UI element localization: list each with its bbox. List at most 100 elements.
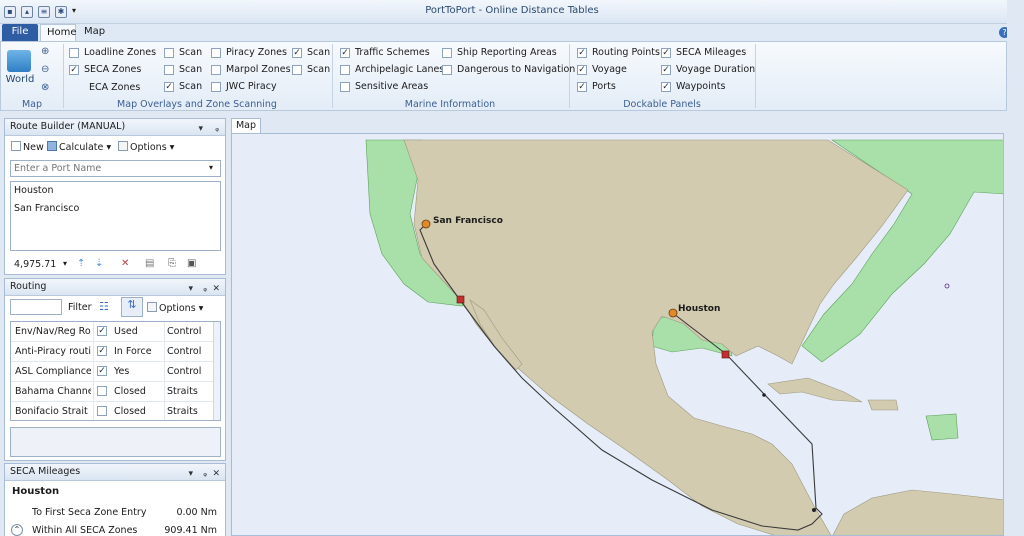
options-icon xyxy=(147,302,157,312)
piracy-scan-label: Scan xyxy=(307,47,331,58)
loadline-scan-checkbox[interactable] xyxy=(164,48,174,58)
zoom-out-icon[interactable]: ⊖ xyxy=(41,64,49,75)
ports-checkbox[interactable]: ✓ xyxy=(577,82,587,92)
piracy-scan-checkbox[interactable]: ✓ xyxy=(292,48,302,58)
zoom-in-icon[interactable]: ⊕ xyxy=(41,46,49,57)
delete-port-icon[interactable]: ✕ xyxy=(121,258,129,269)
cuba-island xyxy=(767,377,863,403)
routing-row[interactable]: Anti-Piracy routi ✓ In Force Control xyxy=(11,342,213,362)
routing-row-name: Bonifacio Strait xyxy=(15,406,88,417)
close-icon[interactable]: ✕ xyxy=(212,466,220,482)
voyage-checkbox[interactable]: ✓ xyxy=(577,65,587,75)
distance-dropdown-icon[interactable]: ▾ xyxy=(63,259,67,268)
tab-home[interactable]: Home xyxy=(40,24,77,41)
routing-options-button[interactable]: Options ▾ xyxy=(147,302,203,314)
port-dropdown-icon[interactable]: ▾ xyxy=(209,163,213,172)
routing-row-status: Used xyxy=(114,326,138,337)
panel-dropdown-icon[interactable]: ▾ xyxy=(188,466,193,482)
route-options-label: Options xyxy=(130,142,167,153)
loadline-zones-checkbox[interactable] xyxy=(69,48,79,58)
traffic-schemes-checkbox[interactable]: ✓ xyxy=(340,48,350,58)
ship-reporting-areas-checkbox[interactable] xyxy=(442,48,452,58)
port-list-item[interactable]: Houston xyxy=(14,185,53,196)
map-tab[interactable]: Map xyxy=(231,118,261,134)
world-map-icon[interactable] xyxy=(7,50,31,72)
sort-icon[interactable]: ⇅ xyxy=(121,297,143,317)
eca-scan-checkbox[interactable]: ✓ xyxy=(164,82,174,92)
routing-row-status: Closed xyxy=(114,406,146,417)
route-options-button[interactable]: Options ▾ xyxy=(118,141,174,153)
route-builder-header: Route Builder (MANUAL) ▾ ᵩ xyxy=(5,119,225,136)
app-title: PortToPort - Online Distance Tables xyxy=(425,5,599,16)
tab-map-display[interactable]: Map Display xyxy=(78,24,140,53)
routing-point-marker[interactable] xyxy=(762,393,766,397)
waypoints-checkbox[interactable]: ✓ xyxy=(661,82,671,92)
clear-list-icon[interactable]: ▤ xyxy=(145,258,154,269)
port-list-item[interactable]: San Francisco xyxy=(14,203,79,214)
routing-row-checkbox[interactable] xyxy=(97,386,107,396)
routing-scrollbar[interactable] xyxy=(213,322,220,420)
routing-row-checkbox[interactable] xyxy=(97,406,107,416)
routing-filter-input[interactable] xyxy=(10,299,62,315)
port-name-input[interactable] xyxy=(10,160,221,177)
routing-points-checkbox[interactable]: ✓ xyxy=(577,48,587,58)
move-up-icon[interactable]: ⇡ xyxy=(77,258,85,269)
panel-dropdown-icon[interactable]: ▾ xyxy=(198,121,203,137)
archipelagic-lanes-checkbox[interactable] xyxy=(340,65,350,75)
calculate-button[interactable]: Calculate ▾ xyxy=(47,141,111,153)
south-america-landmass xyxy=(832,489,1003,535)
port-list[interactable]: Houston San Francisco xyxy=(10,181,221,251)
routing-row-checkbox[interactable]: ✓ xyxy=(97,326,107,336)
new-route-button[interactable]: New xyxy=(11,141,44,153)
seca-exit-marker[interactable] xyxy=(721,350,730,359)
dangerous-navigation-checkbox[interactable] xyxy=(442,65,452,75)
export-icon[interactable]: ⎘ xyxy=(168,258,176,269)
voyage-duration-checkbox[interactable]: ✓ xyxy=(661,65,671,75)
routing-row[interactable]: Bahama Channel Closed Straits xyxy=(11,382,213,402)
route-builder-panel: Route Builder (MANUAL) ▾ ᵩ New Calculate… xyxy=(4,118,226,275)
pin-icon[interactable]: ᵩ xyxy=(215,121,219,137)
report-icon[interactable]: ▣ xyxy=(187,258,196,269)
world-button-label[interactable]: World xyxy=(5,74,35,85)
routing-row[interactable]: Bonifacio Strait Closed Straits xyxy=(11,402,213,420)
seca-scan-checkbox[interactable] xyxy=(164,65,174,75)
routing-point-marker[interactable] xyxy=(812,508,816,512)
map-canvas[interactable]: San Francisco Houston xyxy=(232,134,1004,536)
routing-row-checkbox[interactable]: ✓ xyxy=(97,346,107,356)
tab-file[interactable]: File xyxy=(2,24,38,41)
move-down-icon[interactable]: ⇣ xyxy=(95,258,103,269)
options-icon xyxy=(118,141,128,151)
routing-row-type: Control xyxy=(167,346,202,357)
traffic-schemes-label: Traffic Schemes xyxy=(355,47,430,58)
waypoint-marker[interactable] xyxy=(944,283,950,289)
routing-row[interactable]: ASL Compliance ✓ Yes Control xyxy=(11,362,213,382)
seca-entry-marker[interactable] xyxy=(456,295,465,304)
pin-icon[interactable]: ᵩ xyxy=(203,281,207,297)
routing-row[interactable]: Env/Nav/Reg Ro ✓ Used Control xyxy=(11,322,213,342)
close-icon[interactable]: ✕ xyxy=(212,281,220,297)
collapse-icon[interactable]: ⌃ xyxy=(11,524,23,536)
jwc-piracy-checkbox[interactable] xyxy=(211,82,221,92)
map-view[interactable]: San Francisco Houston xyxy=(231,133,1004,536)
panel-dropdown-icon[interactable]: ▾ xyxy=(188,281,193,297)
group-icon[interactable]: ☷ xyxy=(99,300,109,313)
calculator-icon xyxy=(47,141,57,151)
routing-title: Routing xyxy=(10,281,47,292)
seca-zones-checkbox[interactable]: ✓ xyxy=(69,65,79,75)
routing-row-status: Closed xyxy=(114,386,146,397)
marpol-zones-checkbox[interactable] xyxy=(211,65,221,75)
routing-row-name: Bahama Channel xyxy=(15,386,91,397)
san-francisco-port-marker[interactable] xyxy=(421,219,431,229)
window-scrollbar[interactable] xyxy=(1007,0,1024,536)
houston-port-marker[interactable] xyxy=(668,308,678,318)
pin-icon[interactable]: ᵩ xyxy=(203,466,207,482)
zoom-extents-icon[interactable]: ⊗ xyxy=(41,82,49,93)
piracy-zones-checkbox[interactable] xyxy=(211,48,221,58)
seca-mileages-checkbox[interactable]: ✓ xyxy=(661,48,671,58)
piracy-zones-label: Piracy Zones xyxy=(226,47,287,58)
routing-row-checkbox[interactable]: ✓ xyxy=(97,366,107,376)
marpol-scan-checkbox[interactable] xyxy=(292,65,302,75)
ship-reporting-areas-label: Ship Reporting Areas xyxy=(457,47,557,58)
sensitive-areas-checkbox[interactable] xyxy=(340,82,350,92)
hispaniola-island xyxy=(867,399,899,411)
